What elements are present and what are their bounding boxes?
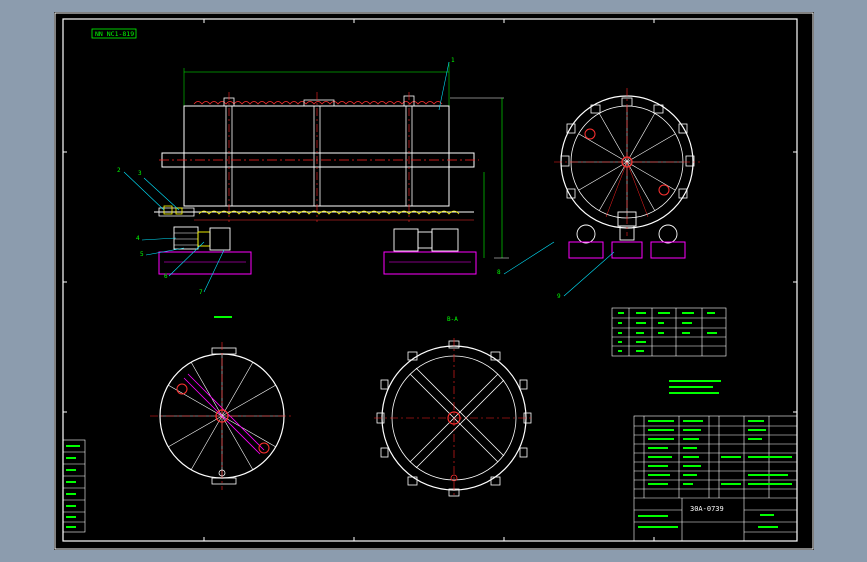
part-number-1: 1 — [451, 57, 455, 64]
part-number-5: 5 — [140, 251, 144, 258]
part-number-3: 3 — [138, 170, 142, 177]
section-label: B-A — [447, 316, 458, 323]
cad-drawing-viewport[interactable]: NN NC1-819 1 2 3 4 5 6 7 8 9 B-A 30A-073… — [54, 12, 814, 550]
title-tag: NN NC1-819 — [91, 28, 137, 39]
part-number-6: 6 — [164, 273, 168, 280]
title-block — [633, 415, 798, 542]
part-number-2: 2 — [117, 167, 121, 174]
section-view-center: B-A — [374, 316, 534, 498]
drawing-number: 30A-0739 — [690, 505, 724, 513]
technical-notes — [669, 380, 721, 394]
side-view: 8 9 — [497, 88, 700, 300]
part-number-9: 9 — [557, 293, 561, 300]
part-number-8: 8 — [497, 269, 501, 276]
part-number-4: 4 — [136, 235, 140, 242]
revision-block — [62, 439, 86, 533]
front-view: 1 — [154, 57, 509, 259]
part-number-7: 7 — [199, 289, 203, 296]
revision-marks — [66, 445, 80, 528]
title-tag-text: NN NC1-819 — [95, 30, 134, 38]
motor-icon — [173, 226, 459, 252]
anchor-plate-icon — [158, 251, 477, 275]
cad-drawing: NN NC1-819 1 2 3 4 5 6 7 8 9 B-A 30A-073… — [54, 12, 814, 550]
section-view-left — [150, 316, 294, 490]
drawing-frame — [54, 12, 814, 550]
